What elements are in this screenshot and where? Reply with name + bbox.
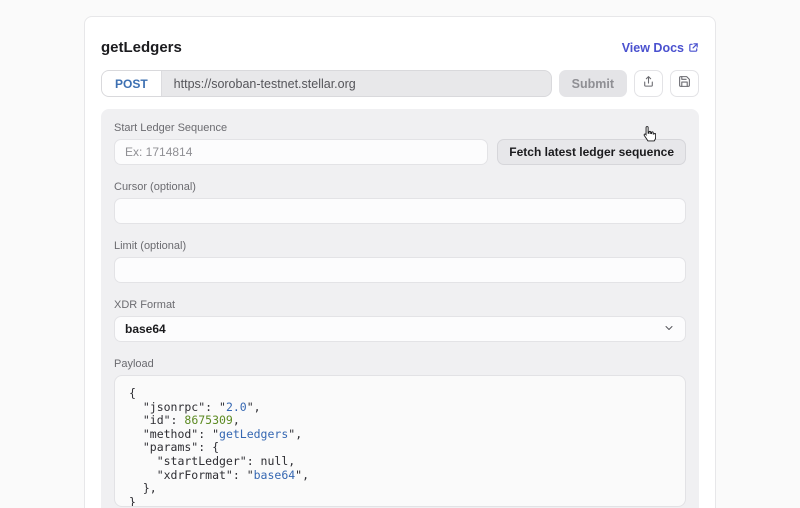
save-button[interactable] xyxy=(670,70,699,97)
save-icon xyxy=(678,75,691,93)
cursor-label: Cursor (optional) xyxy=(114,181,686,193)
xdr-format-select[interactable]: base64 xyxy=(114,316,686,342)
share-button[interactable] xyxy=(634,70,663,97)
xdr-format-label: XDR Format xyxy=(114,299,686,311)
limit-field-group: Limit (optional) xyxy=(114,240,686,283)
rpc-url-input[interactable]: https://soroban-testnet.stellar.org xyxy=(162,71,368,96)
url-input-group: POST https://soroban-testnet.stellar.org xyxy=(101,70,552,97)
chevron-down-icon xyxy=(663,322,675,337)
start-ledger-label: Start Ledger Sequence xyxy=(114,122,686,134)
start-ledger-field-group: Start Ledger Sequence Fetch latest ledge… xyxy=(114,122,686,165)
payload-field-group: Payload { "jsonrpc": "2.0", "id": 867530… xyxy=(114,358,686,507)
start-ledger-input[interactable] xyxy=(114,139,488,165)
view-docs-label: View Docs xyxy=(622,41,684,55)
view-docs-link[interactable]: View Docs xyxy=(622,41,699,55)
cursor-input[interactable] xyxy=(114,198,686,224)
payload-code: { "jsonrpc": "2.0", "id": 8675309, "meth… xyxy=(114,375,686,507)
cursor-field-group: Cursor (optional) xyxy=(114,181,686,224)
parameters-panel: Start Ledger Sequence Fetch latest ledge… xyxy=(101,109,699,508)
xdr-format-field-group: XDR Format base64 xyxy=(114,299,686,342)
card-header: getLedgers View Docs xyxy=(101,39,699,56)
fetch-latest-ledger-button[interactable]: Fetch latest ledger sequence xyxy=(497,139,686,165)
limit-input[interactable] xyxy=(114,257,686,283)
limit-label: Limit (optional) xyxy=(114,240,686,252)
payload-label: Payload xyxy=(114,358,686,370)
page-title: getLedgers xyxy=(101,39,182,56)
http-method-badge: POST xyxy=(102,71,162,96)
get-ledgers-card: getLedgers View Docs POST https://soroba… xyxy=(84,16,716,508)
request-bar: POST https://soroban-testnet.stellar.org… xyxy=(101,70,699,97)
submit-button[interactable]: Submit xyxy=(559,70,627,97)
xdr-format-value: base64 xyxy=(125,322,166,336)
share-icon xyxy=(642,75,655,93)
external-link-icon xyxy=(688,42,699,53)
